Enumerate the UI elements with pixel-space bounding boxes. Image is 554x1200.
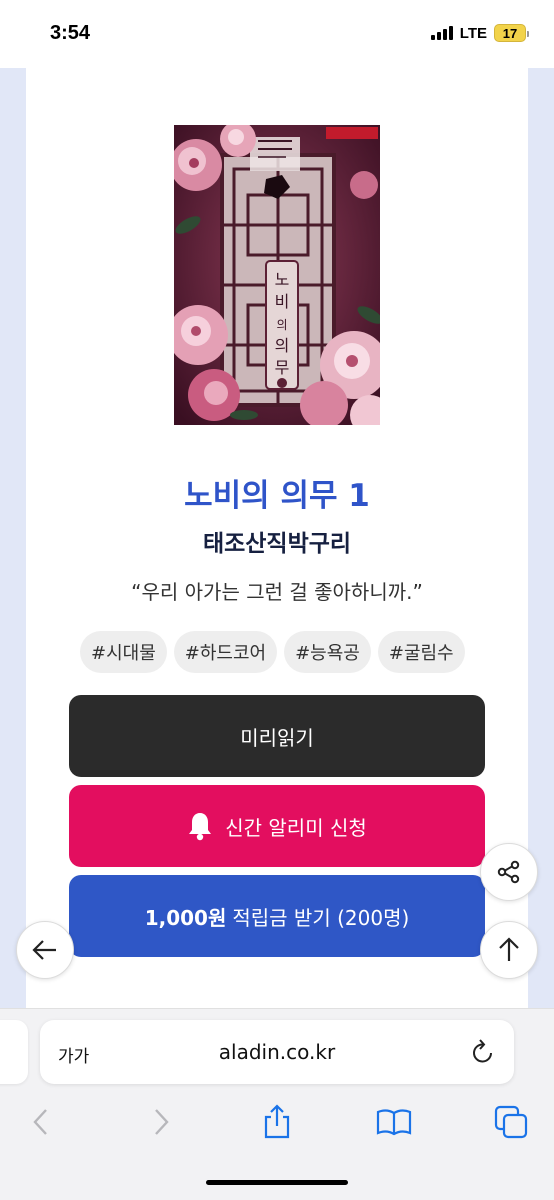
book-cover[interactable]: 노 비 의 의 무: [174, 125, 380, 425]
svg-text:비: 비: [275, 292, 290, 311]
browser-toolbar: [0, 1100, 554, 1144]
svg-text:의: 의: [276, 318, 287, 332]
home-indicator: [206, 1180, 348, 1185]
svg-text:무: 무: [275, 358, 290, 377]
status-time: 3:54: [50, 22, 91, 44]
book-author[interactable]: 태조산직박구리: [0, 524, 554, 558]
address-bar[interactable]: 가가 aladin.co.kr: [40, 1020, 514, 1084]
battery-icon: 17: [494, 24, 529, 42]
browser-back-button[interactable]: [19, 1100, 63, 1144]
new-release-alarm-button[interactable]: 신간 알리미 신청: [69, 785, 485, 867]
back-button[interactable]: [16, 921, 74, 979]
tag-chip[interactable]: #시대물: [80, 631, 167, 673]
svg-text:의: 의: [275, 336, 290, 355]
tabs-icon: [494, 1105, 528, 1139]
preview-button[interactable]: 미리읽기: [69, 695, 485, 777]
browser-forward-button[interactable]: [139, 1100, 183, 1144]
battery-level: 17: [502, 25, 518, 41]
previous-tab-preview[interactable]: [0, 1020, 28, 1084]
url-text: aladin.co.kr: [218, 1040, 336, 1064]
arrow-left-icon: [32, 940, 56, 960]
points-amount: 1,000원: [144, 905, 227, 930]
chevron-right-icon: [155, 1109, 169, 1135]
share-button[interactable]: [480, 843, 538, 901]
tag-chip[interactable]: #굴림수: [377, 631, 465, 673]
tag-list: #시대물 #하드코어 #능욕공 #굴림수: [80, 631, 465, 673]
get-points-button[interactable]: 1,000원 적립금 받기 (200명): [69, 875, 485, 957]
bookmarks-button[interactable]: [372, 1100, 416, 1144]
alarm-button-label: 신간 알리미 신청: [225, 815, 367, 840]
scroll-top-button[interactable]: [480, 921, 538, 979]
tag-chip[interactable]: #하드코어: [173, 631, 278, 673]
tag-chip[interactable]: #능욕공: [284, 631, 371, 673]
points-button-label: 적립금 받기 (200명): [232, 905, 410, 930]
share-nodes-icon: [497, 860, 520, 884]
preview-button-label: 미리읽기: [240, 725, 314, 750]
share-icon: [264, 1104, 290, 1139]
browser-share-button[interactable]: [255, 1100, 299, 1144]
signal-icon: [430, 26, 453, 40]
book-open-icon: [376, 1109, 412, 1136]
reload-icon[interactable]: [470, 1038, 496, 1066]
book-title: 노비의 의무 1: [184, 478, 370, 514]
cover-illustration: 노 비 의 의 무: [174, 125, 380, 425]
svg-text:노: 노: [275, 270, 290, 289]
tabs-button[interactable]: [489, 1100, 533, 1144]
bell-icon: [189, 813, 212, 841]
arrow-up-icon: [499, 937, 519, 961]
book-quote: “우리 아가는 그런 걸 좋아하니까.”: [131, 580, 423, 604]
network-label: LTE: [459, 24, 487, 42]
chevron-left-icon: [33, 1109, 47, 1135]
status-bar: 3:54 LTE 17: [0, 0, 554, 68]
status-indicators: LTE 17: [430, 24, 529, 42]
